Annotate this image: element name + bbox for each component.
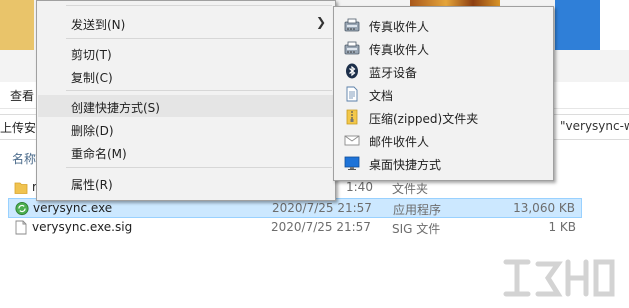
menu-item-send-to[interactable]: 发送到(N) ❯ (38, 12, 334, 34)
menu-item-copy[interactable]: 复制(C) (38, 65, 334, 87)
file-date: 1:40 (346, 180, 373, 194)
menu-item-rename[interactable]: 重命名(M) (38, 141, 334, 163)
watermark-logo (503, 259, 615, 297)
menu-item-cut[interactable]: 剪切(T) (38, 42, 334, 64)
file-size: 1 KB (548, 220, 576, 234)
submenu-item-label: 邮件收件人 (369, 135, 430, 149)
file-date: 2020/7/25 21:57 (272, 201, 372, 215)
menu-item-label: 重命名(M) (71, 147, 127, 161)
submenu-item-fax-recipient[interactable]: 传真收件人 (336, 14, 551, 36)
preview-edge (600, 0, 629, 50)
menu-item-label: 属性(R) (71, 178, 113, 192)
submenu-item-fax-recipient[interactable]: 传真收件人 (336, 37, 551, 59)
column-header-name[interactable]: 名称 (12, 150, 36, 167)
menu-separator (66, 167, 332, 168)
file-date: 2020/7/25 21:57 (271, 220, 371, 234)
table-row[interactable]: verysync.exe.sig 2020/7/25 21:57 SIG 文件 … (8, 218, 582, 238)
submenu-item-mail-recipient[interactable]: 邮件收件人 (336, 129, 551, 151)
menu-item-label: 复制(C) (71, 71, 113, 85)
file-name: verysync.exe (33, 201, 113, 215)
file-name: verysync.exe.sig (32, 220, 133, 234)
chevron-right-icon: ❯ (315, 15, 326, 29)
submenu-item-label: 蓝牙设备 (369, 66, 418, 80)
submenu-item-desktop-shortcut[interactable]: 桌面快捷方式 (336, 152, 551, 174)
fax-icon (344, 18, 360, 32)
document-icon (346, 86, 358, 102)
menu-item-label: 删除(D) (71, 124, 114, 138)
menu-item-label: 剪切(T) (71, 48, 112, 62)
submenu-item-label: 桌面快捷方式 (369, 158, 442, 172)
submenu-item-bluetooth[interactable]: 蓝牙设备 (336, 60, 551, 82)
menu-item-label: 创建快捷方式(S) (71, 101, 160, 115)
menu-item-create-shortcut[interactable]: 创建快捷方式(S) (38, 95, 334, 117)
menu-item-delete[interactable]: 删除(D) (38, 118, 334, 140)
submenu-item-label: 文档 (369, 89, 394, 103)
fax-icon (344, 41, 360, 55)
search-input[interactable]: "verysync-wir (560, 119, 629, 133)
bluetooth-icon (346, 63, 358, 79)
submenu-item-label: 传真收件人 (369, 43, 430, 57)
file-type: 文件夹 (392, 182, 429, 196)
submenu-item-label: 压缩(zipped)文件夹 (369, 112, 479, 126)
context-menu: 发送到(N) ❯ 剪切(T) 复制(C) 创建快捷方式(S) 删除(D) 重命名… (36, 0, 336, 201)
file-type: 应用程序 (393, 203, 442, 217)
menu-separator (66, 5, 332, 6)
folder-thumbnail (0, 0, 34, 50)
tab-view[interactable]: 查看 (10, 87, 34, 104)
folder-icon (14, 182, 28, 194)
app-icon (15, 201, 29, 216)
menu-separator (66, 90, 332, 91)
zip-folder-icon (346, 109, 358, 125)
desktop-icon (344, 156, 360, 170)
send-to-submenu: 传真收件人 传真收件人 蓝牙设备 文档 压缩(zipped)文件夹 邮件收件人 … (333, 6, 554, 181)
file-size: 13,060 KB (513, 201, 575, 215)
menu-item-properties[interactable]: 属性(R) (38, 172, 334, 194)
table-row[interactable]: verysync.exe 2020/7/25 21:57 应用程序 13,060… (8, 198, 582, 218)
submenu-item-zip-folder[interactable]: 压缩(zipped)文件夹 (336, 106, 551, 128)
file-icon (15, 220, 27, 235)
file-type: SIG 文件 (392, 222, 441, 236)
menu-separator (66, 38, 332, 39)
submenu-item-documents[interactable]: 文档 (336, 83, 551, 105)
menu-item-label: 发送到(N) (71, 18, 126, 32)
submenu-item-label: 传真收件人 (369, 20, 430, 34)
mail-icon (344, 135, 360, 146)
